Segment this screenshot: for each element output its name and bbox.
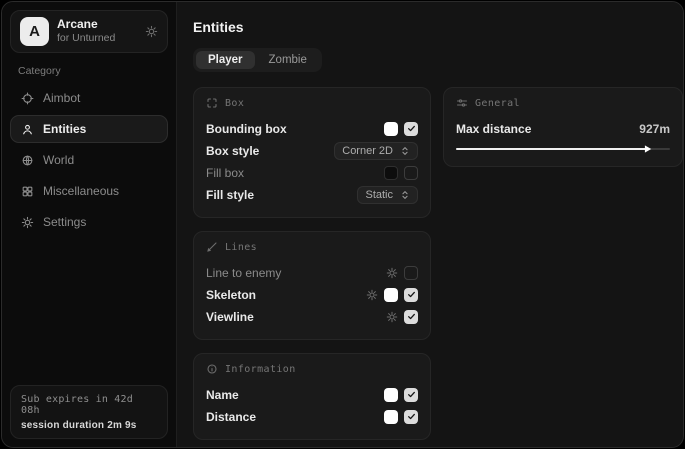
row-label: Skeleton	[206, 288, 256, 302]
pencil-line-icon	[206, 241, 218, 253]
scan-corners-icon	[206, 97, 218, 109]
row-label: Max distance	[456, 122, 531, 136]
fill-box-checkbox[interactable]	[404, 166, 418, 180]
sidebar-item-settings[interactable]: Settings	[10, 208, 168, 236]
skeleton-checkbox[interactable]	[404, 288, 418, 302]
crosshair-icon	[21, 92, 34, 105]
tab-player[interactable]: Player	[196, 51, 255, 69]
color-swatch[interactable]	[384, 288, 398, 302]
information-section: Information Name Distance	[193, 353, 431, 440]
sidebar-item-label: Aimbot	[43, 91, 80, 105]
sidebar-item-label: Settings	[43, 215, 86, 229]
fill-box-row: Fill box	[206, 162, 418, 183]
bounding-box-row: Bounding box	[206, 118, 418, 139]
gear-icon[interactable]	[386, 267, 398, 279]
section-title: Lines	[225, 242, 257, 253]
brand-card: A Arcane for Unturned	[10, 10, 168, 53]
session-duration-text: session duration 2m 9s	[21, 420, 157, 431]
section-title: Box	[225, 98, 244, 109]
general-section: General Max distance 927m	[443, 87, 683, 167]
distance-checkbox[interactable]	[404, 410, 418, 424]
max-distance-row: Max distance 927m	[456, 118, 670, 139]
sidebar-item-entities[interactable]: Entities	[10, 115, 168, 143]
max-distance-slider[interactable]	[456, 144, 670, 154]
gear-icon[interactable]	[145, 25, 158, 38]
box-style-select[interactable]: Corner 2D	[334, 142, 418, 160]
box-section: Box Bounding box Box style	[193, 87, 431, 218]
grid-icon	[21, 185, 34, 198]
bounding-box-checkbox[interactable]	[404, 122, 418, 136]
box-style-row: Box style Corner 2D	[206, 140, 418, 161]
gear-icon	[21, 216, 34, 229]
app-logo: A	[20, 17, 49, 46]
sidebar-item-label: World	[43, 153, 74, 167]
name-checkbox[interactable]	[404, 388, 418, 402]
app-title: Arcane	[57, 17, 115, 32]
sidebar-item-label: Miscellaneous	[43, 184, 119, 198]
row-label: Box style	[206, 144, 259, 158]
sub-expiry-text: Sub expires in 42d 08h	[21, 394, 157, 416]
select-value: Corner 2D	[342, 145, 393, 157]
sidebar-item-label: Entities	[43, 122, 86, 136]
skeleton-row: Skeleton	[206, 284, 418, 305]
sidebar: A Arcane for Unturned Category Aimbot En…	[2, 2, 177, 447]
slider-fill	[456, 148, 649, 150]
sliders-icon	[456, 97, 468, 109]
section-title: Information	[225, 364, 296, 375]
row-label: Bounding box	[206, 122, 287, 136]
entity-tabs: Player Zombie	[193, 48, 322, 72]
tab-zombie[interactable]: Zombie	[257, 51, 319, 69]
color-swatch[interactable]	[384, 122, 398, 136]
main-panel: Entities Player Zombie Box Bounding box	[177, 2, 684, 447]
color-swatch[interactable]	[384, 166, 398, 180]
person-icon	[21, 123, 34, 136]
select-value: Static	[365, 189, 393, 201]
globe-icon	[21, 154, 34, 167]
gear-icon[interactable]	[366, 289, 378, 301]
row-label: Fill style	[206, 188, 254, 202]
info-badge-icon	[206, 363, 218, 375]
category-label: Category	[18, 65, 160, 77]
line-to-enemy-row: Line to enemy	[206, 262, 418, 283]
slider-thumb[interactable]	[644, 145, 653, 154]
sidebar-item-aimbot[interactable]: Aimbot	[10, 84, 168, 112]
row-label: Line to enemy	[206, 266, 281, 280]
viewline-row: Viewline	[206, 306, 418, 327]
row-label: Distance	[206, 410, 256, 424]
lines-section: Lines Line to enemy Skeleton	[193, 231, 431, 340]
name-row: Name	[206, 384, 418, 405]
row-label: Name	[206, 388, 239, 402]
subscription-status: Sub expires in 42d 08h session duration …	[10, 385, 168, 439]
max-distance-value: 927m	[639, 122, 670, 136]
line-to-enemy-checkbox[interactable]	[404, 266, 418, 280]
app-window: A Arcane for Unturned Category Aimbot En…	[1, 1, 684, 448]
gear-icon[interactable]	[386, 311, 398, 323]
row-label: Fill box	[206, 166, 244, 180]
distance-row: Distance	[206, 406, 418, 427]
viewline-checkbox[interactable]	[404, 310, 418, 324]
app-subtitle: for Unturned	[57, 32, 115, 45]
fill-style-select[interactable]: Static	[357, 186, 418, 204]
chevrons-up-down-icon	[400, 146, 410, 156]
section-title: General	[475, 98, 520, 109]
chevrons-up-down-icon	[400, 190, 410, 200]
sidebar-item-world[interactable]: World	[10, 146, 168, 174]
color-swatch[interactable]	[384, 410, 398, 424]
sidebar-item-miscellaneous[interactable]: Miscellaneous	[10, 177, 168, 205]
row-label: Viewline	[206, 310, 254, 324]
page-title: Entities	[193, 19, 683, 35]
color-swatch[interactable]	[384, 388, 398, 402]
fill-style-row: Fill style Static	[206, 184, 418, 205]
